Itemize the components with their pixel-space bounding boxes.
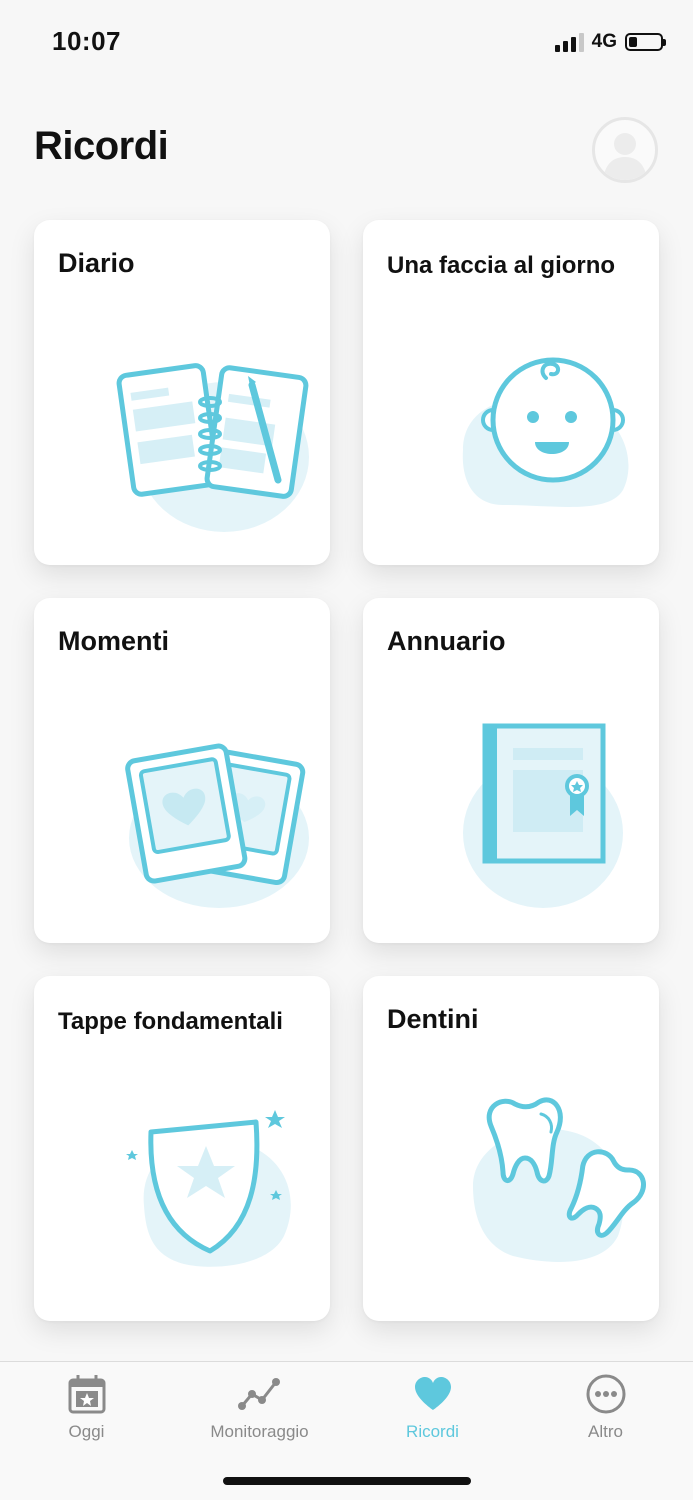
battery-icon [625, 33, 666, 51]
network-type: 4G [591, 31, 617, 52]
diary-icon [116, 363, 309, 532]
card-momenti[interactable]: Momenti [34, 598, 330, 943]
tab-oggi[interactable]: Oggi [0, 1362, 173, 1462]
chart-line-icon [237, 1378, 280, 1410]
card-title: Annuario [387, 626, 506, 656]
page-title: Ricordi [34, 124, 169, 168]
card-title: Una faccia al giorno [387, 252, 616, 279]
status-bar: 10:07 4G [0, 0, 693, 84]
card-annuario[interactable]: Annuario [363, 598, 659, 943]
card-tappe-fondamentali[interactable]: Tappe fondamentali [34, 976, 330, 1321]
card-dentini[interactable]: Dentini [363, 976, 659, 1321]
tab-label: Ricordi [406, 1422, 459, 1441]
card-title: Tappe fondamentali [58, 1008, 283, 1035]
tab-monitoraggio[interactable]: Monitoraggio [173, 1362, 346, 1462]
profile-avatar-icon [603, 133, 647, 180]
tab-altro[interactable]: Altro [519, 1362, 692, 1462]
heart-icon [414, 1377, 451, 1410]
signal-strength-icon [554, 32, 584, 52]
home-indicator[interactable] [223, 1477, 471, 1485]
status-time: 10:07 [52, 26, 121, 56]
card-una-faccia-al-giorno[interactable]: Una faccia al giorno [363, 220, 659, 565]
status-indicators: 4G [554, 30, 666, 54]
tab-label: Monitoraggio [210, 1422, 309, 1441]
yearbook-icon [463, 723, 623, 908]
battery-level [629, 37, 637, 47]
card-diario[interactable]: Diario [34, 220, 330, 565]
card-title: Momenti [58, 626, 169, 656]
milestone-shield-icon [126, 1110, 291, 1267]
photos-icon [125, 743, 309, 908]
calendar-star-icon [68, 1375, 105, 1414]
tab-label: Oggi [68, 1422, 105, 1441]
baby-face-icon [462, 357, 629, 507]
teeth-icon [473, 1097, 646, 1262]
tab-label: Altro [588, 1422, 623, 1441]
more-dots-icon [586, 1374, 625, 1414]
tab-ricordi[interactable]: Ricordi [346, 1362, 519, 1462]
profile-avatar-button[interactable] [592, 117, 658, 183]
card-title: Dentini [387, 1004, 479, 1034]
card-title: Diario [58, 248, 135, 278]
